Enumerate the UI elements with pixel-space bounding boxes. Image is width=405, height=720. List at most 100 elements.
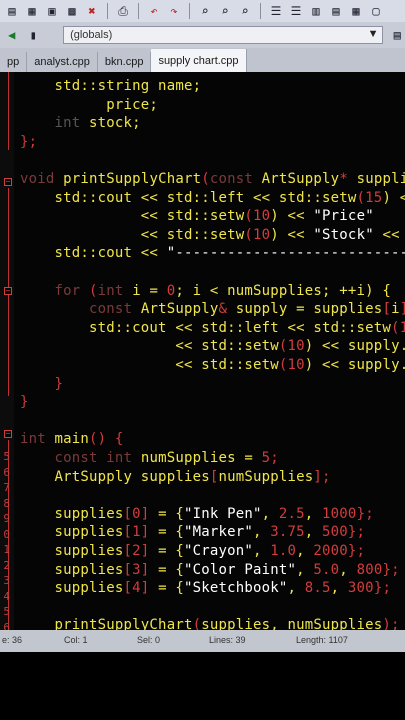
code-line: } <box>20 376 63 392</box>
code-line: for (int i = 0; i < numSupplies; ++i) { <box>20 283 391 299</box>
code-token: } <box>20 394 29 411</box>
code-token: supplies <box>20 580 124 597</box>
undo-icon[interactable]: ↶ <box>146 3 162 19</box>
goto-line-icon[interactable]: ▤ <box>328 3 344 19</box>
code-line: supplies[0] = {"Ink Pen", 2.5, 1000}; <box>20 506 374 522</box>
code-token: 10 <box>287 357 305 373</box>
tab-bkn[interactable]: bkn.cpp <box>98 52 152 72</box>
line-number: 0 <box>3 527 10 541</box>
file-tabs: pp analyst.cpp bkn.cpp supply chart.cpp <box>0 48 405 72</box>
code-token: 300 <box>347 580 374 597</box>
code-token: "------------------------------------- <box>166 245 405 262</box>
code-line: int main() { <box>20 431 124 447</box>
find-icon[interactable]: ⌕ <box>197 3 213 19</box>
code-token: i = <box>132 282 167 299</box>
fold-toggle-icon[interactable]: − <box>4 287 12 295</box>
new-file-icon[interactable]: ▤ <box>4 3 20 19</box>
code-token: std::cout << std::left << std::setw <box>20 319 392 336</box>
class-browser-icon[interactable]: ▮ <box>26 27 42 43</box>
code-token: const int <box>54 450 141 466</box>
status-lines: Lines: 39 <box>209 635 246 645</box>
back-arrow-icon[interactable]: ◀ <box>4 27 20 43</box>
code-token: const <box>209 171 262 187</box>
code-token: 1000 <box>322 505 357 522</box>
code-token: 1.0 <box>270 543 297 559</box>
code-token: "Ink Pen" <box>183 505 262 522</box>
line-number: 2 <box>3 558 10 572</box>
save-icon[interactable]: ▣ <box>44 3 60 19</box>
open-file-icon[interactable]: ▦ <box>24 3 40 19</box>
code-token: std::cout << <box>20 245 167 262</box>
bookmark-icon[interactable]: ▥ <box>308 3 324 19</box>
code-token: ( <box>278 338 288 355</box>
code-token: * <box>339 171 357 187</box>
code-token: "Marker" <box>183 524 253 541</box>
chevron-down-icon: ▼ <box>367 28 379 40</box>
code-line: supplies[1] = {"Marker", 3.75, 500}; <box>20 524 365 540</box>
print-icon[interactable]: ⎙ <box>115 3 131 19</box>
code-line: ArtSupply supplies[numSupplies]; <box>20 469 331 485</box>
code-token: ) << supply.pr <box>304 338 405 355</box>
line-number: 4 <box>3 589 10 603</box>
code-line: const int numSupplies = 5; <box>20 450 279 466</box>
code-token: , <box>296 561 314 578</box>
code-token: [2] <box>123 543 150 559</box>
code-token: void <box>20 171 64 187</box>
code-token: ) << supply.st <box>304 357 405 373</box>
code-token: [4] <box>123 580 150 597</box>
code-token: 5.0 <box>313 561 340 578</box>
function-list-icon[interactable]: ▤ <box>389 27 405 43</box>
code-token: price; <box>20 96 159 113</box>
code-token: 3.75 <box>270 524 305 541</box>
code-token: "Crayon" <box>183 543 253 559</box>
line-number: 5 <box>3 605 10 618</box>
toggle-comment-icon[interactable]: ▦ <box>348 3 364 19</box>
code-token: supplies, numSupplies <box>201 617 383 630</box>
redo-icon[interactable]: ↷ <box>166 3 182 19</box>
code-token: int <box>20 431 55 448</box>
code-editor[interactable]: − − − 567890123456 std::string name; pri… <box>0 72 405 630</box>
tab-analyst[interactable]: analyst.cpp <box>27 52 98 72</box>
code-token: ; <box>270 450 279 466</box>
code-token: ArtSupply <box>261 171 340 187</box>
code-token: "Sketchbook" <box>183 580 288 597</box>
code-token: 500 <box>322 524 348 541</box>
code-token: }; <box>347 524 366 541</box>
fold-toggle-icon[interactable]: − <box>4 430 12 438</box>
code-line: supplies[3] = {"Color Paint", 5.0, 800}; <box>20 562 400 578</box>
close-file-icon[interactable]: ✖ <box>84 3 100 19</box>
fold-toggle-icon[interactable]: − <box>4 178 12 186</box>
code-token: 2000 <box>313 543 348 559</box>
code-token: ( <box>244 208 253 225</box>
code-line: std::string name; <box>20 78 202 94</box>
code-token: = { <box>149 580 184 597</box>
code-token: const <box>89 301 141 318</box>
code-token: supply = supplies <box>235 301 383 318</box>
code-line: std::cout << std::left << std::setw(15 <box>20 320 405 336</box>
line-number: 8 <box>3 496 10 510</box>
code-token: , <box>287 580 305 597</box>
tab-supply-chart[interactable]: supply chart.cpp <box>151 49 247 72</box>
code-token: , <box>252 543 271 559</box>
code-line: << std::setw(10) << "Price" <box>20 208 374 224</box>
code-token: ( <box>201 171 210 187</box>
code-token: for <box>54 282 90 299</box>
code-token: , <box>296 543 314 559</box>
code-token: ( <box>391 319 400 336</box>
status-length: Length: 1107 <box>296 635 348 645</box>
code-token: 5 <box>261 450 271 466</box>
code-token: ( <box>244 226 253 243</box>
code-token: supplies <box>20 505 124 522</box>
save-all-icon[interactable]: ▩ <box>64 3 80 19</box>
code-token: supplies <box>356 171 405 187</box>
find-replace-icon[interactable]: ⌕ <box>217 3 233 19</box>
goto-icon[interactable]: ⌕ <box>237 3 253 19</box>
maximize-icon[interactable]: ▢ <box>368 3 384 19</box>
unindent-icon[interactable]: ☰ <box>288 3 304 19</box>
code-token: 800 <box>356 561 383 578</box>
indent-icon[interactable]: ☰ <box>268 3 284 19</box>
code-token: , <box>304 505 323 522</box>
tab-pp[interactable]: pp <box>0 52 28 72</box>
scope-selector[interactable]: (globals) ▼ <box>63 26 384 44</box>
